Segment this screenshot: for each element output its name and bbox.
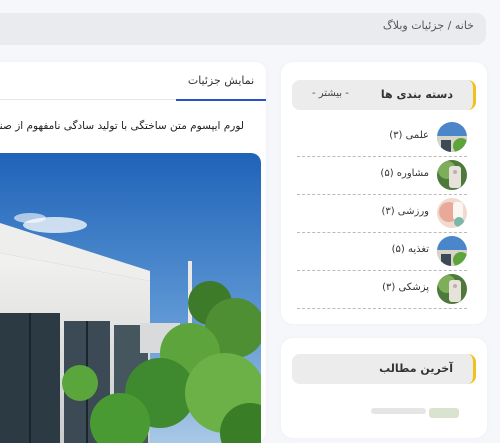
categories-more-link[interactable]: - بیشتر - — [312, 88, 349, 99]
category-item-nutrition[interactable]: تغذیه (۵) — [297, 232, 467, 271]
categories-header: دسته بندی ها - بیشتر - — [292, 80, 476, 110]
recent-posts-card: آخرین مطالب — [281, 338, 487, 438]
categories-title: دسته بندی ها — [380, 88, 453, 101]
category-thumb-icon — [437, 198, 467, 228]
recent-posts-header: آخرین مطالب — [292, 354, 476, 384]
category-thumb-icon — [437, 122, 467, 152]
breadcrumb: خانه / جزئیات وبلاگ — [383, 19, 474, 32]
breadcrumb-current: جزئیات وبلاگ — [382, 19, 445, 32]
recent-post-title-peek[interactable] — [371, 408, 426, 414]
recent-posts-title: آخرین مطالب — [379, 362, 453, 375]
tab-show-details[interactable]: نمایش جزئیات — [176, 62, 266, 101]
blog-hero-image — [0, 153, 261, 443]
category-item-sports[interactable]: ورزشی (۳) — [297, 194, 467, 233]
recent-post-thumb[interactable] — [429, 408, 459, 418]
breadcrumb-separator: / — [444, 19, 455, 32]
category-label: پزشکی (۳) — [382, 282, 429, 293]
blog-intro-text: لورم ایپسوم متن ساختگی با تولید سادگی نا… — [0, 120, 244, 132]
category-label: مشاوره (۵) — [380, 168, 429, 179]
categories-card: دسته بندی ها - بیشتر - علمی (۳) مشاوره (… — [281, 62, 487, 324]
category-label: علمی (۳) — [389, 130, 429, 141]
tab-divider — [0, 99, 176, 100]
category-item-counseling[interactable]: مشاوره (۵) — [297, 156, 467, 195]
category-item-scientific[interactable]: علمی (۳) — [297, 118, 467, 157]
category-label: تغذیه (۵) — [391, 244, 429, 255]
category-thumb-icon — [437, 274, 467, 304]
hero-building-photo — [0, 153, 261, 443]
category-thumb-icon — [437, 160, 467, 190]
tab-show-details-label: نمایش جزئیات — [187, 74, 255, 87]
category-label: ورزشی (۳) — [381, 206, 429, 217]
breadcrumb-home[interactable]: خانه — [455, 19, 474, 32]
category-item-medical[interactable]: پزشکی (۳) — [297, 270, 467, 309]
category-thumb-icon — [437, 236, 467, 266]
